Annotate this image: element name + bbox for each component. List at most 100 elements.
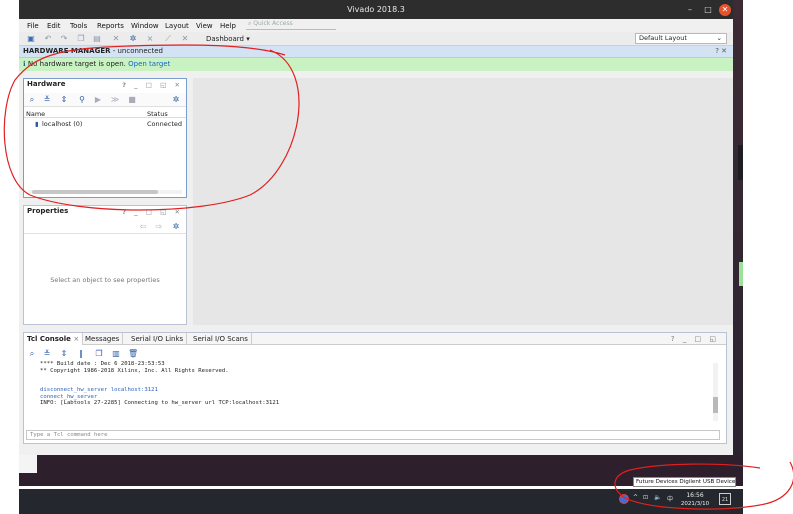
menu-window[interactable]: Window (131, 22, 159, 30)
tcl-console-panel: Tcl Console × Messages Serial I/O Links … (23, 332, 727, 444)
system-tray: ^ ⊡ 🔈 中 16:56 2021/3/10 21 (617, 490, 742, 512)
redo-icon[interactable]: ↷ (59, 34, 69, 44)
hardware-row-name: localhost (0) (42, 120, 83, 128)
notice-bar: ℹ No hardware target is open. Open targe… (19, 58, 733, 71)
compile-icon[interactable]: ⨯ (145, 34, 155, 44)
tab-tcl-console[interactable]: Tcl Console × (24, 333, 84, 345)
hardware-panel-header: Hardware ? _ □ ◱ ✕ (24, 79, 186, 90)
desktop-background-strip (733, 0, 743, 486)
maximize-button[interactable]: □ (702, 4, 714, 16)
menu-reports[interactable]: Reports (97, 22, 124, 30)
hardware-panel-controls[interactable]: ? _ □ ◱ ✕ (122, 80, 183, 91)
hardware-manager-header: HARDWARE MANAGER - unconnected ? ✕ (19, 46, 733, 58)
open-project-icon[interactable]: ▣ (26, 34, 36, 44)
menu-help[interactable]: Help (220, 22, 236, 30)
table-icon[interactable]: ▥ (111, 349, 121, 359)
run-icon[interactable]: ▶ (93, 95, 103, 105)
close-button[interactable]: ✕ (719, 4, 731, 16)
clock-date: 2021/3/10 (680, 501, 710, 507)
notification-count: 21 (721, 497, 729, 503)
console-controls[interactable]: ? _ □ ◱ (668, 333, 722, 345)
chevron-down-icon: ⌄ (716, 34, 722, 42)
auto-connect-icon[interactable]: ⚲ (77, 95, 87, 105)
expand-all-icon[interactable]: ⇕ (59, 95, 69, 105)
main-toolbar: ▣ ↶ ↷ ❐ ▤ ✕ ✲ ⨯ ⟋ ✕ Dashboard ▾ Default … (19, 32, 733, 46)
scrollbar-thumb[interactable] (713, 397, 718, 413)
quick-access-search[interactable]: ⌕ Quick Access (246, 20, 336, 30)
menu-bar: File Edit Tools Reports Window Layout Vi… (19, 19, 733, 32)
undo-icon[interactable]: ↶ (43, 34, 53, 44)
copy-icon[interactable]: ❐ (76, 34, 86, 44)
menu-edit[interactable]: Edit (47, 22, 61, 30)
notification-center-icon[interactable]: 21 (719, 493, 731, 505)
tab-serial-io-links[interactable]: Serial I/O Links (128, 333, 188, 345)
layout-select[interactable]: Default Layout ⌄ (635, 33, 727, 44)
hardware-manager-controls[interactable]: ? ✕ (715, 46, 727, 57)
window-title: Vivado 2018.3 (347, 5, 405, 14)
tool-icon[interactable]: ⟋ (163, 34, 173, 44)
close-icon[interactable]: × (73, 335, 79, 343)
paste-icon[interactable]: ▤ (92, 34, 102, 44)
menu-file[interactable]: File (27, 22, 39, 30)
expand-all-icon[interactable]: ⇕ (59, 349, 69, 359)
chevron-up-icon[interactable]: ^ (633, 494, 638, 501)
properties-panel: Properties ? _ □ ◱ ✕ ⇦ ⇨ ✲ Select an obj… (23, 205, 187, 325)
hardware-panel-toolbar: ⌕ ≚ ⇕ ⚲ ▶ ≫ ■ ✲ (24, 93, 186, 107)
stop-icon[interactable]: ■ (127, 95, 137, 105)
console-toolbar: ⌕ ≚ ⇕ ‖ ❐ ▥ 🗑 (24, 347, 726, 361)
horizontal-scrollbar[interactable] (28, 190, 182, 194)
usb-device-icon[interactable] (619, 494, 629, 504)
dashboard-dropdown[interactable]: Dashboard ▾ (206, 35, 250, 43)
hardware-manager-status: - unconnected (110, 47, 164, 55)
hardware-row-status: Connected (147, 120, 183, 128)
desktop-window-edge-green (739, 262, 743, 286)
properties-panel-header: Properties ? _ □ ◱ ✕ (24, 206, 186, 217)
open-target-link[interactable]: Open target (128, 60, 170, 68)
properties-panel-toolbar: ⇦ ⇨ ✲ (24, 220, 186, 234)
gear-icon[interactable]: ✲ (171, 95, 181, 105)
back-arrow-icon[interactable]: ⇦ (138, 222, 148, 232)
menu-tools[interactable]: Tools (70, 22, 87, 30)
copy-icon[interactable]: ❐ (94, 349, 104, 359)
hardware-panel: Hardware ? _ □ ◱ ✕ ⌕ ≚ ⇕ ⚲ ▶ ≫ ■ ✲ Name … (23, 78, 187, 198)
network-icon[interactable]: ⊡ (643, 494, 648, 501)
hardware-manager-title: HARDWARE MANAGER (23, 47, 111, 55)
ime-indicator[interactable]: 中 (667, 494, 673, 503)
minimize-button[interactable]: – (684, 4, 696, 16)
gear-icon[interactable]: ✲ (171, 222, 181, 232)
table-row[interactable]: ▮ localhost (0) Connected (24, 119, 186, 128)
console-tabs: Tcl Console × Messages Serial I/O Links … (24, 333, 726, 345)
console-log-line: INFO: [Labtools 27-2285] Connecting to h… (40, 400, 280, 406)
properties-panel-controls[interactable]: ? _ □ ◱ ✕ (122, 207, 183, 218)
title-bar[interactable]: Vivado 2018.3 – □ ✕ (19, 0, 733, 19)
run-trigger-icon[interactable]: ≫ (110, 95, 120, 105)
menu-view[interactable]: View (196, 22, 213, 30)
column-status: Status (147, 110, 168, 118)
tab-serial-io-scans[interactable]: Serial I/O Scans (190, 333, 252, 345)
notice-text: No hardware target is open. (27, 60, 126, 68)
tab-messages[interactable]: Messages (82, 333, 124, 345)
menu-layout[interactable]: Layout (165, 22, 189, 30)
tcl-command-input[interactable]: Type a Tcl command here (26, 430, 720, 440)
delete-icon[interactable]: ✕ (111, 34, 121, 44)
properties-panel-title: Properties (27, 207, 69, 215)
clock[interactable]: 16:56 2021/3/10 (679, 491, 711, 509)
settings-icon[interactable]: ✲ (128, 34, 138, 44)
collapse-all-icon[interactable]: ≚ (42, 349, 52, 359)
search-icon[interactable]: ⌕ (27, 349, 37, 359)
quick-access-placeholder: Quick Access (253, 20, 293, 27)
console-log: **** Build date : Dec 6 2018-23:53:53 **… (24, 361, 726, 427)
pause-icon[interactable]: ‖ (76, 349, 86, 359)
vertical-scrollbar[interactable] (713, 363, 718, 421)
trash-icon[interactable]: 🗑 (128, 349, 138, 359)
forward-arrow-icon[interactable]: ⇨ (154, 222, 164, 232)
cancel-icon[interactable]: ✕ (180, 34, 190, 44)
hardware-panel-title: Hardware (27, 80, 66, 88)
clock-time: 16:56 (686, 492, 704, 499)
collapse-all-icon[interactable]: ≚ (42, 95, 52, 105)
column-name: Name (26, 110, 46, 118)
workspace-area (193, 78, 733, 325)
volume-icon[interactable]: 🔈 (654, 494, 661, 501)
scrollbar-thumb[interactable] (32, 190, 158, 194)
search-icon[interactable]: ⌕ (27, 95, 37, 105)
